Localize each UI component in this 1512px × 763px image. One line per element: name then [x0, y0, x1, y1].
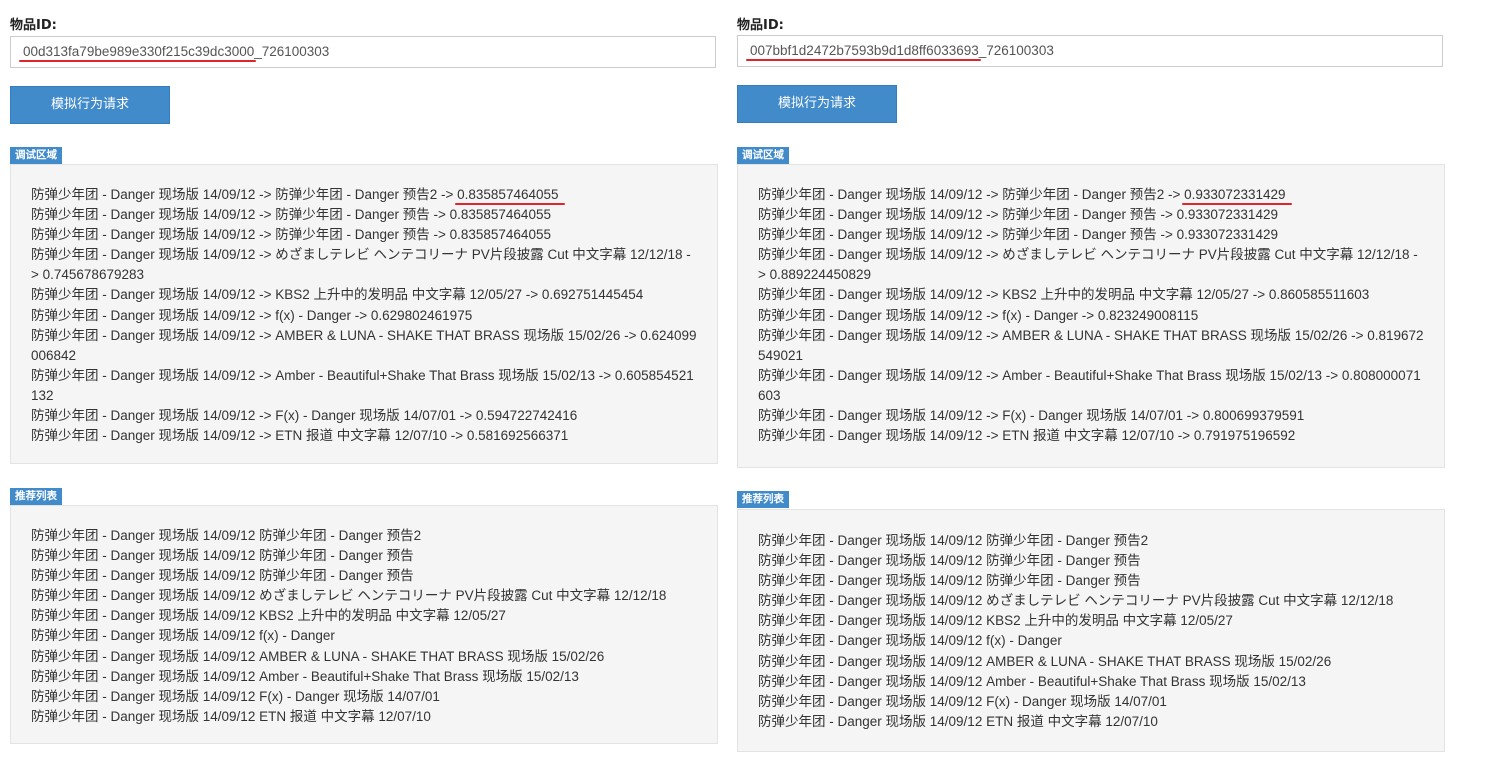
item-id-input[interactable]: 007bbf1d2472b7593b9d1d8ff6033693_7261003… — [737, 35, 1443, 67]
debug-line: 防弹少年团 - Danger 现场版 14/09/12 -> めざましテレビ ヘ… — [758, 245, 1425, 285]
debug-line-text: 防弹少年团 - Danger 现场版 14/09/12 -> ETN 报道 中文… — [758, 428, 1296, 444]
debug-line-text: 防弹少年团 - Danger 现场版 14/09/12 -> ETN 报道 中文… — [31, 428, 569, 444]
debug-line-text: 防弹少年团 - Danger 现场版 14/09/12 -> 防弹少年团 - D… — [758, 187, 1181, 202]
recommend-line: 防弹少年团 - Danger 现场版 14/09/12 ETN 报道 中文字幕 … — [758, 713, 1158, 729]
recommend-line: 防弹少年团 - Danger 现场版 14/09/12 防弹少年团 - Dang… — [31, 568, 414, 584]
debug-area-badge: 调试区域 — [10, 147, 62, 164]
recommend-line: 防弹少年团 - Danger 现场版 14/09/12 めざましテレビ ヘンテコ… — [758, 593, 1394, 609]
debug-line-text: 防弹少年团 - Danger 现场版 14/09/12 -> 防弹少年团 - D… — [31, 207, 551, 223]
debug-line: 防弹少年团 - Danger 现场版 14/09/12 -> KBS2 上升中的… — [31, 285, 698, 305]
debug-line: 防弹少年团 - Danger 现场版 14/09/12 -> AMBER & L… — [31, 326, 698, 366]
debug-line-text: 防弹少年团 - Danger 现场版 14/09/12 -> F(x) - Da… — [31, 408, 578, 424]
simulate-request-button[interactable]: 模拟行为请求 — [10, 86, 170, 124]
recommend-line: 防弹少年团 - Danger 现场版 14/09/12 Amber - Beau… — [758, 673, 1306, 689]
recommend-line: 防弹少年团 - Danger 现场版 14/09/12 f(x) - Dange… — [758, 633, 1062, 649]
recommend-line: 防弹少年团 - Danger 现场版 14/09/12 防弹少年团 - Dang… — [758, 533, 1149, 548]
debug-area: 防弹少年团 - Danger 现场版 14/09/12 -> 防弹少年团 - D… — [10, 164, 718, 464]
debug-line-text: 防弹少年团 - Danger 现场版 14/09/12 -> Amber - B… — [758, 367, 1421, 403]
recommend-list: 防弹少年团 - Danger 现场版 14/09/12 防弹少年团 - Dang… — [737, 509, 1445, 752]
debug-line-text: 防弹少年团 - Danger 现场版 14/09/12 -> KBS2 上升中的… — [31, 287, 644, 303]
item-id-highlight: 007bbf1d2472b7593b9d1d8ff6033693 — [750, 43, 979, 58]
debug-area: 防弹少年团 - Danger 现场版 14/09/12 -> 防弹少年团 - D… — [737, 164, 1445, 468]
simulate-request-button[interactable]: 模拟行为请求 — [737, 85, 897, 123]
debug-line-text: 防弹少年团 - Danger 现场版 14/09/12 -> めざましテレビ ヘ… — [758, 247, 1418, 283]
debug-line-text: 防弹少年团 - Danger 现场版 14/09/12 -> KBS2 上升中的… — [758, 287, 1370, 303]
debug-line-text: 防弹少年团 - Danger 现场版 14/09/12 -> F(x) - Da… — [758, 408, 1305, 424]
item-id-input[interactable]: 00d313fa79be989e330f215c39dc3000_7261003… — [10, 36, 716, 68]
debug-line: 防弹少年团 - Danger 现场版 14/09/12 -> AMBER & L… — [758, 326, 1425, 366]
left-panel: 物品ID: 00d313fa79be989e330f215c39dc3000_7… — [10, 0, 718, 763]
debug-line-text: 防弹少年团 - Danger 现场版 14/09/12 -> 防弹少年团 - D… — [31, 227, 551, 243]
debug-line-text: 防弹少年团 - Danger 现场版 14/09/12 -> 防弹少年团 - D… — [758, 227, 1278, 243]
debug-line: 防弹少年团 - Danger 现场版 14/09/12 -> めざましテレビ ヘ… — [31, 245, 698, 285]
recommend-line: 防弹少年团 - Danger 现场版 14/09/12 防弹少年团 - Dang… — [758, 573, 1141, 589]
debug-line: 防弹少年团 - Danger 现场版 14/09/12 -> 防弹少年团 - D… — [31, 225, 698, 245]
recommend-line: 防弹少年团 - Danger 现场版 14/09/12 AMBER & LUNA… — [31, 648, 605, 664]
highlighted-score: 0.933072331429 — [1184, 187, 1286, 202]
debug-line: 防弹少年团 - Danger 现场版 14/09/12 -> f(x) - Da… — [758, 306, 1425, 326]
debug-line: 防弹少年团 - Danger 现场版 14/09/12 -> f(x) - Da… — [31, 306, 698, 326]
recommend-list-badge: 推荐列表 — [737, 491, 789, 508]
recommend-line: 防弹少年团 - Danger 现场版 14/09/12 Amber - Beau… — [31, 668, 579, 684]
debug-line-text: 防弹少年团 - Danger 现场版 14/09/12 -> f(x) - Da… — [31, 307, 473, 323]
recommend-line: 防弹少年团 - Danger 现场版 14/09/12 めざましテレビ ヘンテコ… — [31, 588, 667, 604]
debug-line: 防弹少年团 - Danger 现场版 14/09/12 -> 防弹少年团 - D… — [758, 225, 1425, 245]
debug-line: 防弹少年团 - Danger 现场版 14/09/12 -> ETN 报道 中文… — [31, 426, 698, 446]
right-panel: 物品ID: 007bbf1d2472b7593b9d1d8ff6033693_7… — [737, 0, 1445, 763]
recommend-line: 防弹少年团 - Danger 现场版 14/09/12 防弹少年团 - Dang… — [31, 548, 414, 564]
recommend-line: 防弹少年团 - Danger 现场版 14/09/12 f(x) - Dange… — [31, 628, 335, 644]
recommend-line: 防弹少年团 - Danger 现场版 14/09/12 AMBER & LUNA… — [758, 653, 1332, 669]
debug-line: 防弹少年团 - Danger 现场版 14/09/12 -> 防弹少年团 - D… — [758, 185, 1425, 205]
debug-line: 防弹少年团 - Danger 现场版 14/09/12 -> Amber - B… — [758, 366, 1425, 406]
item-id-suffix: _726100303 — [254, 44, 330, 59]
debug-area-badge: 调试区域 — [737, 147, 789, 164]
debug-line: 防弹少年团 - Danger 现场版 14/09/12 -> 防弹少年团 - D… — [31, 185, 698, 205]
item-id-label: 物品ID: — [10, 18, 57, 33]
recommend-list-badge: 推荐列表 — [10, 488, 62, 505]
recommend-list: 防弹少年团 - Danger 现场版 14/09/12 防弹少年团 - Dang… — [10, 505, 718, 744]
debug-line-text: 防弹少年团 - Danger 现场版 14/09/12 -> 防弹少年团 - D… — [758, 207, 1278, 223]
highlighted-score: 0.835857464055 — [457, 187, 559, 202]
item-id-suffix: _726100303 — [978, 43, 1054, 58]
debug-line-text: 防弹少年团 - Danger 现场版 14/09/12 -> f(x) - Da… — [758, 307, 1199, 323]
recommend-line: 防弹少年团 - Danger 现场版 14/09/12 F(x) - Dange… — [31, 688, 440, 704]
debug-line: 防弹少年团 - Danger 现场版 14/09/12 -> ETN 报道 中文… — [758, 426, 1425, 446]
item-id-highlight: 00d313fa79be989e330f215c39dc3000 — [23, 44, 255, 59]
item-id-label: 物品ID: — [737, 18, 784, 33]
debug-line-text: 防弹少年团 - Danger 现场版 14/09/12 -> めざましテレビ ヘ… — [31, 247, 691, 283]
debug-line-text: 防弹少年团 - Danger 现场版 14/09/12 -> 防弹少年团 - D… — [31, 187, 454, 202]
debug-line: 防弹少年团 - Danger 现场版 14/09/12 -> 防弹少年团 - D… — [31, 205, 698, 225]
debug-line-text: 防弹少年团 - Danger 现场版 14/09/12 -> AMBER & L… — [31, 327, 697, 363]
debug-line: 防弹少年团 - Danger 现场版 14/09/12 -> F(x) - Da… — [31, 406, 698, 426]
debug-line: 防弹少年团 - Danger 现场版 14/09/12 -> 防弹少年团 - D… — [758, 205, 1425, 225]
debug-line: 防弹少年团 - Danger 现场版 14/09/12 -> F(x) - Da… — [758, 406, 1425, 426]
debug-line-text: 防弹少年团 - Danger 现场版 14/09/12 -> AMBER & L… — [758, 327, 1424, 363]
debug-line-text: 防弹少年团 - Danger 现场版 14/09/12 -> Amber - B… — [31, 367, 694, 403]
recommend-line: 防弹少年团 - Danger 现场版 14/09/12 防弹少年团 - Dang… — [758, 553, 1141, 569]
recommend-line: 防弹少年团 - Danger 现场版 14/09/12 KBS2 上升中的发明品… — [758, 613, 1233, 629]
recommend-line: 防弹少年团 - Danger 现场版 14/09/12 防弹少年团 - Dang… — [31, 528, 422, 543]
debug-line: 防弹少年团 - Danger 现场版 14/09/12 -> Amber - B… — [31, 366, 698, 406]
recommend-line: 防弹少年团 - Danger 现场版 14/09/12 KBS2 上升中的发明品… — [31, 608, 506, 624]
recommend-line: 防弹少年团 - Danger 现场版 14/09/12 ETN 报道 中文字幕 … — [31, 708, 431, 724]
recommend-line: 防弹少年团 - Danger 现场版 14/09/12 F(x) - Dange… — [758, 693, 1167, 709]
debug-line: 防弹少年团 - Danger 现场版 14/09/12 -> KBS2 上升中的… — [758, 285, 1425, 305]
